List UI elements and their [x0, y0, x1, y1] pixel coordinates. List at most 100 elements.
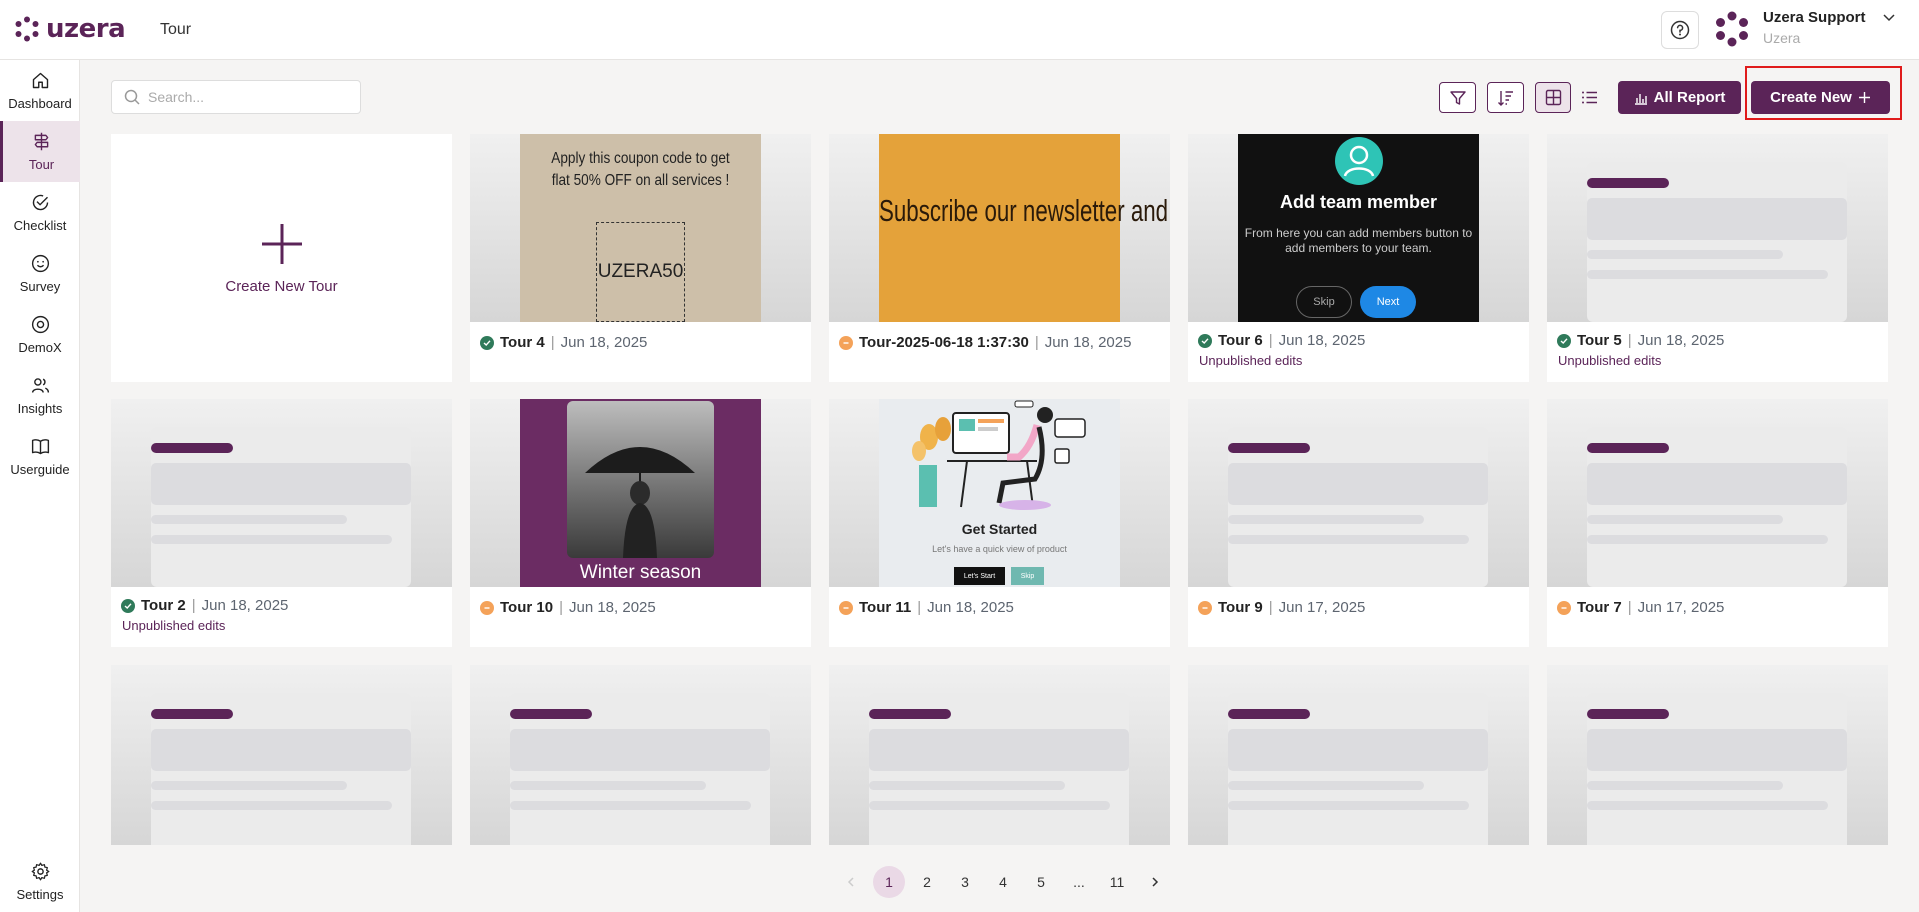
team-body: From here you can add members button to … [1244, 226, 1473, 255]
separator: | [917, 599, 922, 616]
all-report-button[interactable]: All Report [1618, 81, 1741, 114]
sidebar-item-label: Insights [17, 401, 63, 416]
bar-chart-icon [1634, 93, 1647, 105]
desk-illustration-icon [912, 400, 1086, 510]
sidebar-item-label: Settings [16, 887, 64, 902]
list-view-button[interactable] [1571, 82, 1607, 113]
sidebar-item-dashboard[interactable]: Dashboard [0, 60, 80, 121]
sort-button[interactable] [1487, 82, 1524, 113]
page-button-2[interactable]: 2 [911, 866, 943, 898]
coupon-text: Apply this coupon code to get flat 50% O… [551, 150, 730, 189]
page-button-5[interactable]: 5 [1025, 866, 1057, 898]
sidebar-item-settings[interactable]: Settings [0, 851, 80, 912]
tour-card[interactable]: Add team member From here you can add me… [1188, 134, 1529, 382]
all-report-label: All Report [1653, 89, 1726, 106]
sidebar-item-label: Tour [28, 157, 55, 172]
chevron-left-icon [847, 877, 854, 887]
page-button-4[interactable]: 4 [987, 866, 1019, 898]
sidebar-item-insights[interactable]: Insights [0, 365, 80, 426]
tour-card[interactable]: Tour 2 | Jun 18, 2025 Unpublished edits [111, 399, 452, 647]
page-title: Tour [160, 21, 192, 38]
draft-status-icon [839, 600, 853, 615]
tour-card-skeleton [1547, 665, 1888, 845]
tour-date: Jun 18, 2025 [201, 597, 289, 614]
tour-thumbnail [1547, 399, 1888, 587]
page-button-3[interactable]: 3 [949, 866, 981, 898]
separator: | [550, 334, 555, 351]
uzera-logo-icon [15, 16, 39, 42]
sidebar-item-label: Userguide [10, 462, 70, 477]
prev-page-button[interactable] [835, 866, 867, 898]
tour-date: Jun 18, 2025 [1044, 334, 1132, 351]
sidebar-item-label: DemoX [18, 340, 62, 355]
draft-status-icon [480, 600, 494, 615]
tour-date: Jun 18, 2025 [1278, 332, 1366, 349]
next-page-button[interactable] [1139, 866, 1171, 898]
tour-card[interactable]: Subscribe our newsletter and get latest … [829, 134, 1170, 382]
tour-thumbnail: Add team member From here you can add me… [1188, 134, 1529, 322]
tour-name: Tour 10 [500, 599, 554, 616]
unpublished-edits-label: Unpublished edits [1558, 353, 1662, 368]
avatar[interactable] [1714, 11, 1750, 47]
separator: | [1268, 332, 1273, 349]
sidebar-item-label: Checklist [13, 218, 67, 233]
tour-card[interactable]: Tour 9 | Jun 17, 2025 [1188, 399, 1529, 647]
search-box[interactable] [111, 80, 361, 114]
tour-card-skeleton [111, 665, 452, 845]
newsletter-text: Subscribe our newsletter and get latest … [879, 193, 1170, 228]
sidebar-item-survey[interactable]: Survey [0, 243, 80, 304]
tour-card[interactable]: Tour 5 | Jun 18, 2025 Unpublished edits [1547, 134, 1888, 382]
tour-name: Tour 4 [500, 334, 545, 351]
tour-card[interactable]: Get Started Let's have a quick view of p… [829, 399, 1170, 647]
user-name[interactable]: Uzera Support [1763, 9, 1866, 26]
logo-text: uzera [46, 14, 126, 44]
help-button[interactable] [1661, 11, 1699, 49]
tour-date: Jun 18, 2025 [927, 599, 1014, 616]
tour-name: Tour 11 [859, 599, 912, 616]
sidebar-item-userguide[interactable]: Userguide [0, 426, 80, 487]
sidebar-item-demox[interactable]: DemoX [0, 304, 80, 365]
search-icon [124, 89, 140, 105]
draft-status-icon [1198, 600, 1212, 615]
umbrella-person-icon [585, 447, 695, 558]
tour-card[interactable]: Winter season Tour 10 | Jun 18, 2025 [470, 399, 811, 647]
tour-thumbnail: Winter season [470, 399, 811, 587]
preview-next-button: Next [1360, 286, 1416, 318]
page-ellipsis: ... [1073, 874, 1085, 890]
tour-thumbnail: Apply this coupon code to get flat 50% O… [470, 134, 811, 322]
sidebar-item-checklist[interactable]: Checklist [0, 182, 80, 243]
user-org: Uzera [1763, 30, 1801, 46]
published-status-icon [121, 598, 135, 613]
create-new-tour-card[interactable]: Create New Tour [111, 134, 452, 382]
chevron-right-icon [1152, 877, 1159, 887]
filter-button[interactable] [1439, 82, 1476, 113]
uzera-logo[interactable]: uzera [14, 14, 126, 44]
sidebar-item-tour[interactable]: Tour [0, 121, 80, 182]
sort-icon [1497, 90, 1513, 106]
tour-thumbnail [1188, 399, 1529, 587]
tour-thumbnail: Subscribe our newsletter and get latest … [829, 134, 1170, 322]
tour-name: Tour 5 [1577, 332, 1622, 349]
separator: | [559, 599, 563, 616]
draft-status-icon [839, 335, 853, 350]
home-icon [32, 72, 48, 89]
search-input[interactable] [148, 89, 348, 105]
tour-card[interactable]: Apply this coupon code to get flat 50% O… [470, 134, 811, 382]
tour-name: Tour 7 [1577, 599, 1622, 616]
page-button-11[interactable]: 11 [1101, 866, 1133, 898]
grid-view-button[interactable] [1535, 82, 1571, 113]
tour-card[interactable]: Tour 7 | Jun 17, 2025 [1547, 399, 1888, 647]
winter-photo [567, 401, 714, 558]
signpost-icon [34, 132, 49, 151]
list-icon [1581, 91, 1597, 104]
unpublished-edits-label: Unpublished edits [1199, 353, 1303, 368]
tour-name: Tour-2025-06-18 1:37:30 [859, 334, 1029, 351]
sidebar-item-label: Survey [19, 279, 61, 294]
target-icon [31, 315, 49, 334]
page-button-1[interactable]: 1 [873, 866, 905, 898]
plus-icon [261, 223, 302, 264]
view-toggle [1535, 82, 1607, 113]
chevron-down-icon[interactable] [1882, 10, 1896, 24]
winter-preview: Winter season [520, 399, 761, 587]
grid-icon [1545, 89, 1561, 106]
